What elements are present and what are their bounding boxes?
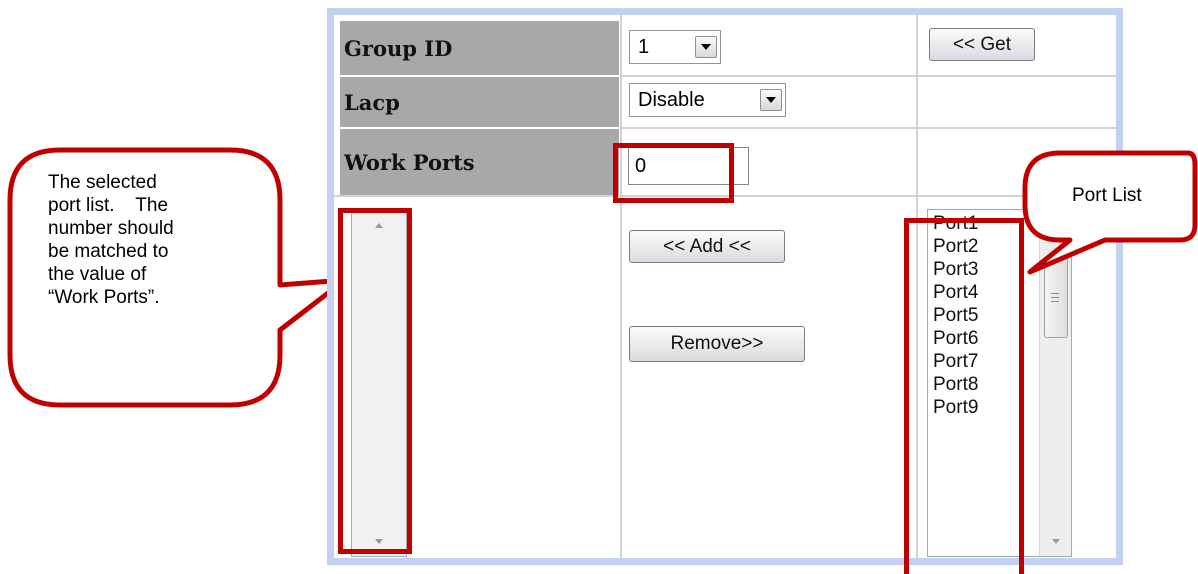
highlight-work-ports	[613, 143, 734, 203]
callout-port-list-text: Port List	[1072, 185, 1142, 206]
highlight-port-list	[904, 218, 1024, 574]
highlight-selected-list	[338, 208, 412, 554]
